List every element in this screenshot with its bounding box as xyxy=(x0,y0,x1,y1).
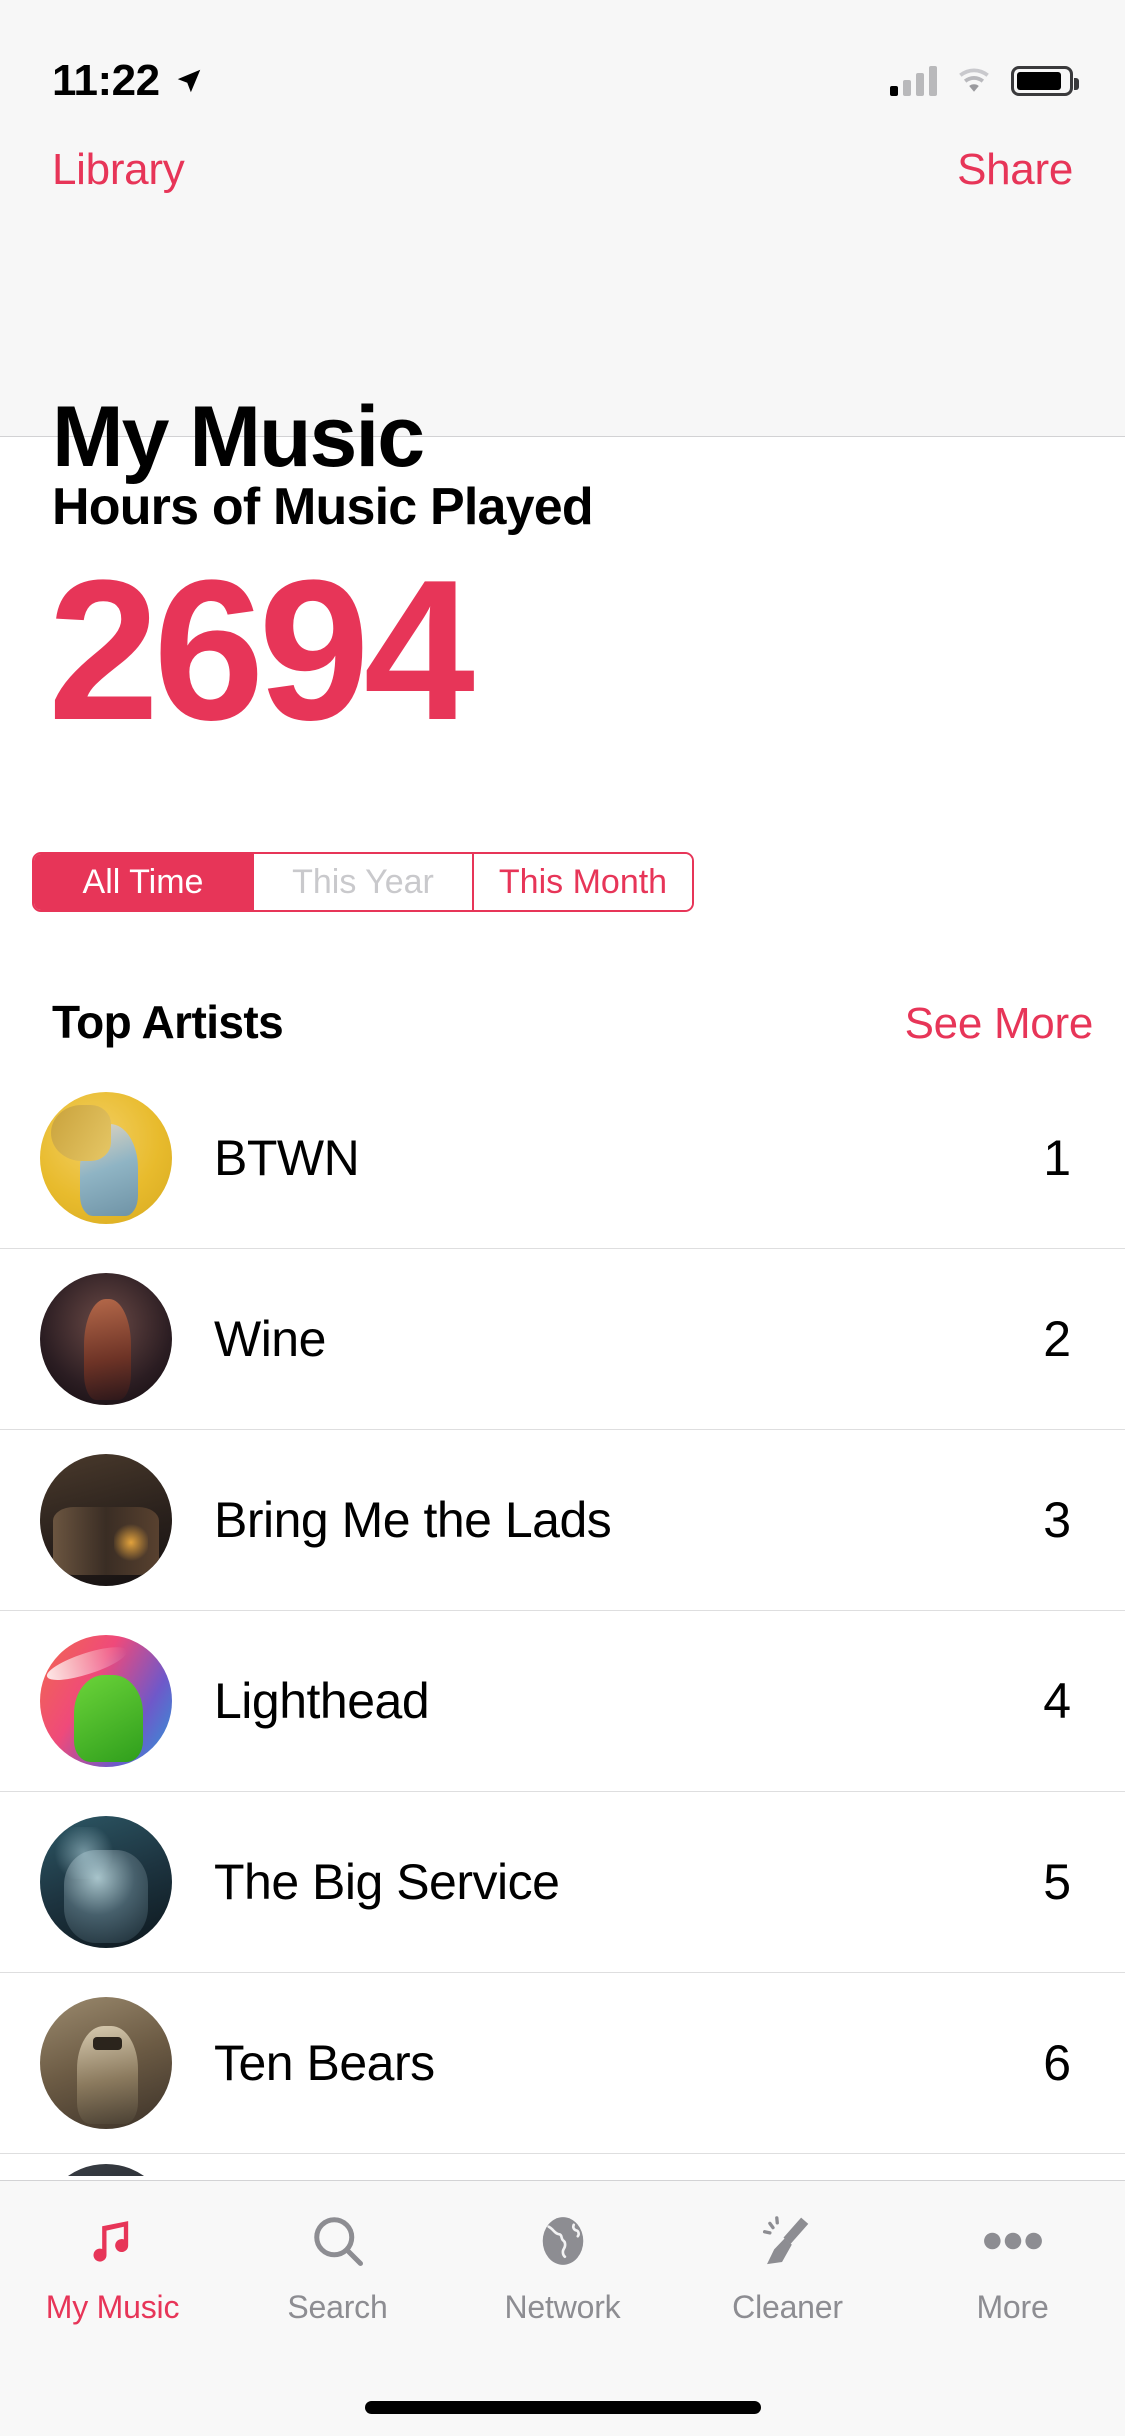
globe-icon xyxy=(534,2207,592,2275)
tab-label: Network xyxy=(504,2289,621,2325)
table-row[interactable]: Bring Me the Lads 3 xyxy=(0,1430,1125,1611)
artist-name: The Big Service xyxy=(214,1854,560,1910)
tab-label: My Music xyxy=(45,2289,180,2325)
tab-cleaner[interactable]: Cleaner xyxy=(675,2181,900,2359)
status-bar: 11:22 xyxy=(0,0,1125,132)
share-button[interactable]: Share xyxy=(957,145,1073,195)
library-back-button[interactable]: Library xyxy=(52,145,185,195)
time-range-segmented-control[interactable]: All Time This Year This Month xyxy=(32,852,694,912)
artist-rank: 3 xyxy=(1043,1492,1071,1548)
table-row[interactable]: Lighthead 4 xyxy=(0,1611,1125,1792)
see-more-button[interactable]: See More xyxy=(905,999,1094,1049)
status-bar-left: 11:22 xyxy=(52,56,204,106)
status-bar-clock: 11:22 xyxy=(52,56,160,105)
artist-avatar-lighthead xyxy=(40,1635,172,1767)
tab-network[interactable]: Network xyxy=(450,2181,675,2359)
top-artists-header: Top Artists See More xyxy=(0,995,1125,1049)
segment-all-time[interactable]: All Time xyxy=(34,854,254,910)
broom-icon xyxy=(757,2207,819,2275)
cellular-bars-icon xyxy=(890,66,937,96)
table-row[interactable]: Ten Bears 6 xyxy=(0,1973,1125,2154)
home-indicator xyxy=(364,2401,761,2414)
tab-label: Search xyxy=(287,2289,388,2325)
artist-avatar-ten-bears xyxy=(40,1997,172,2129)
segment-this-year[interactable]: This Year xyxy=(254,854,474,910)
tab-my-music[interactable]: My Music xyxy=(0,2181,225,2359)
tab-more[interactable]: More xyxy=(900,2181,1125,2359)
artist-avatar-btwn xyxy=(40,1092,172,1224)
battery-icon xyxy=(1011,66,1079,96)
tab-label: Cleaner xyxy=(732,2289,843,2325)
artist-rank: 2 xyxy=(1043,1311,1071,1367)
search-icon xyxy=(308,2207,368,2275)
location-arrow-icon xyxy=(177,69,200,93)
ellipsis-icon xyxy=(982,2207,1044,2275)
stats-section: Hours of Music Played 2694 xyxy=(0,437,1125,762)
wifi-icon xyxy=(959,68,989,92)
nav-header: Library Share My Music xyxy=(0,132,1125,480)
segment-this-month[interactable]: This Month xyxy=(474,854,692,910)
table-row[interactable] xyxy=(0,2154,1125,2176)
artist-name: Bring Me the Lads xyxy=(214,1492,612,1548)
artist-rank: 5 xyxy=(1043,1854,1071,1910)
artist-avatar-the-big-service xyxy=(40,1816,172,1948)
artist-name: Wine xyxy=(214,1311,326,1367)
stats-label: Hours of Music Played xyxy=(52,478,594,536)
tab-label: More xyxy=(976,2289,1049,2325)
artist-avatar-partial xyxy=(40,2164,172,2176)
artist-rank: 1 xyxy=(1043,1130,1071,1186)
tab-search[interactable]: Search xyxy=(225,2181,450,2359)
artist-rank: 4 xyxy=(1043,1673,1071,1729)
app-screen: 11:22 Library Share My Music Hours of Mu… xyxy=(0,0,1125,2436)
stats-value: 2694 xyxy=(48,539,475,762)
artist-avatar-bring-me-the-lads xyxy=(40,1454,172,1586)
artist-avatar-wine xyxy=(40,1273,172,1405)
artist-rank: 6 xyxy=(1043,2035,1071,2091)
top-artists-title: Top Artists xyxy=(52,996,284,1048)
table-row[interactable]: The Big Service 5 xyxy=(0,1792,1125,1973)
top-artists-list[interactable]: BTWN 1 Wine 2 Bring Me the Lads 3 Lighth… xyxy=(0,1068,1125,2176)
table-row[interactable]: BTWN 1 xyxy=(0,1068,1125,1249)
artist-name: Ten Bears xyxy=(214,2035,435,2091)
table-row[interactable]: Wine 2 xyxy=(0,1249,1125,1430)
artist-name: BTWN xyxy=(214,1130,360,1186)
artist-name: Lighthead xyxy=(214,1673,430,1729)
status-bar-right xyxy=(890,66,1079,96)
tab-bar[interactable]: My Music Search Network Cleaner More xyxy=(0,2180,1125,2436)
music-note-icon xyxy=(87,2207,139,2275)
